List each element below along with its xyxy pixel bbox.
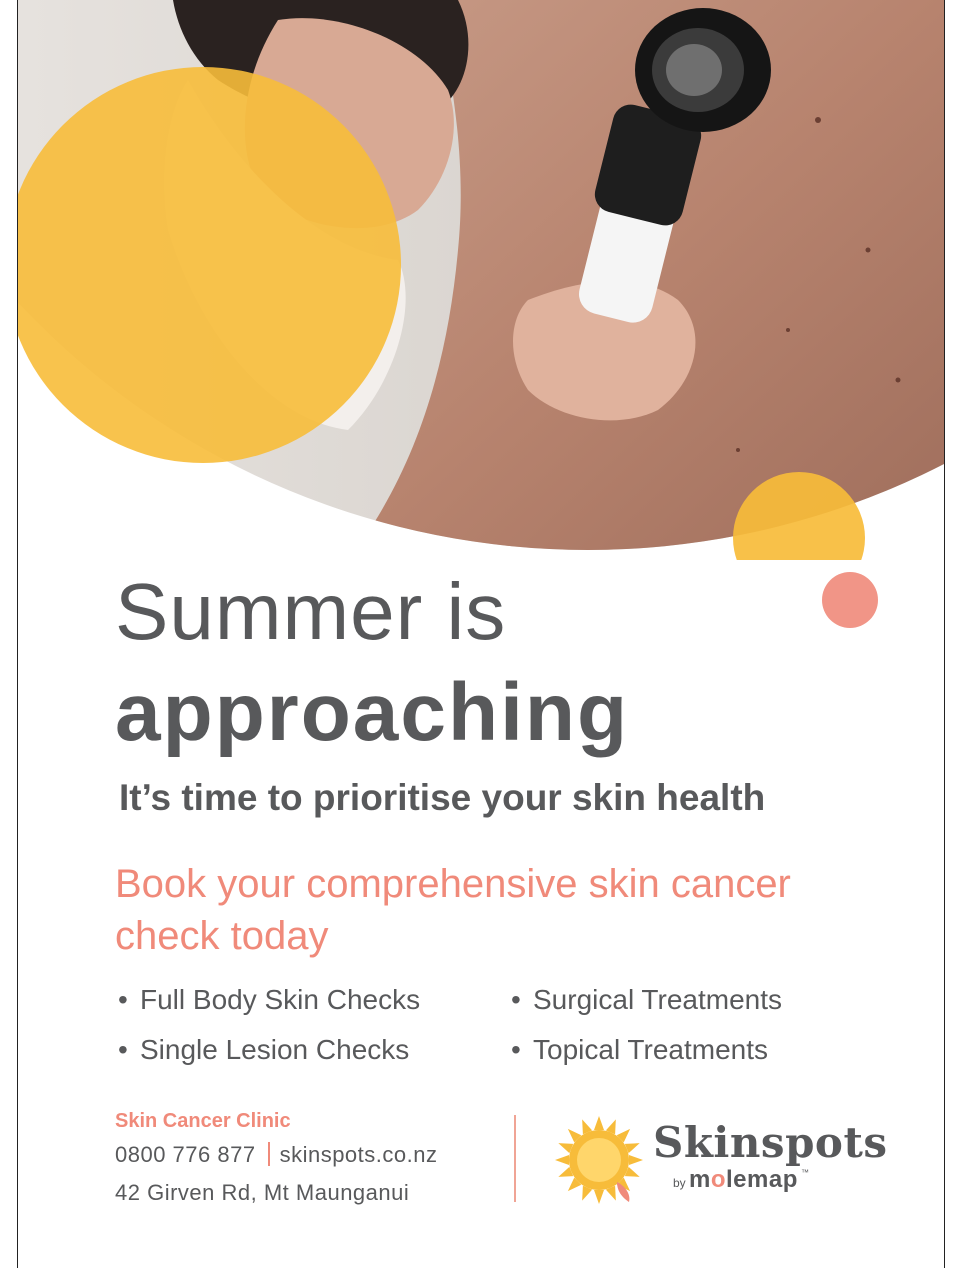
divider [514, 1115, 516, 1202]
website-link[interactable]: skinspots.co.nz [280, 1142, 438, 1167]
bullet-icon: • [118, 984, 128, 1015]
logo-brand: molemap [689, 1166, 798, 1193]
hero-photo [18, 0, 944, 560]
logo-wordmark: Skinspots [653, 1118, 888, 1167]
bullet-icon: • [511, 984, 521, 1015]
separator [267, 1142, 270, 1166]
list-item: • Topical Treatments [511, 1034, 768, 1065]
hero-illustration [18, 0, 944, 560]
subheadline: It’s time to prioritise your skin health [119, 777, 766, 818]
clinic-address: 42 Girven Rd, Mt Maunganui [115, 1180, 410, 1205]
bullet-icon: • [118, 1034, 128, 1065]
headline-line2: approaching [115, 667, 630, 758]
logo-trademark: ™ [801, 1168, 809, 1177]
headline-line1: Summer is [115, 567, 507, 656]
bullet-icon: • [511, 1034, 521, 1065]
sun-icon [555, 1116, 643, 1204]
clinic-name: Skin Cancer Clinic [115, 1110, 291, 1132]
skinspots-logo: Skinspots by molemap ™ [553, 1112, 893, 1208]
call-to-action: Book your comprehensive skin cancer chec… [115, 862, 791, 958]
list-item: • Full Body Skin Checks [118, 984, 421, 1015]
list-item: • Surgical Treatments [511, 984, 782, 1015]
phone-number[interactable]: 0800 776 877 [115, 1142, 256, 1167]
contact-line: 0800 776 877 skinspots.co.nz [115, 1142, 437, 1168]
list-item: • Single Lesion Checks [118, 1034, 410, 1065]
logo-by: by [673, 1176, 686, 1190]
flyer: Summer is approaching It’s time to prior… [17, 0, 945, 1268]
coral-dot [822, 572, 878, 628]
